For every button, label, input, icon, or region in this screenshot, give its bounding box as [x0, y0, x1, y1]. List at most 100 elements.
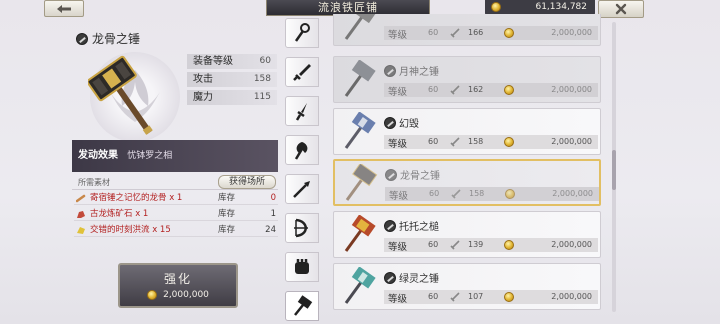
material-stock-count: 1 [270, 209, 276, 219]
material-name: 古龙炼矿石 x 1 [90, 209, 149, 219]
ore-material-icon [77, 211, 85, 218]
effect-label: 发动效果 [78, 150, 118, 161]
weapon-thumbnail [344, 14, 376, 40]
coin-icon [491, 2, 501, 12]
weapon-category-tabs [283, 14, 321, 324]
weapon-name-text: 绿灵之锤 [399, 274, 439, 285]
attack-value: 158 [469, 189, 485, 198]
coin-icon [504, 28, 514, 38]
spear-icon [293, 181, 310, 198]
staff-icon [294, 23, 310, 42]
attack-icon [450, 292, 460, 302]
material-row[interactable]: 古龙炼矿石 x 1 库存 1 [74, 208, 278, 221]
weapon-name-text: 托托之槌 [399, 222, 439, 233]
weapon-list[interactable]: 等级 60 166 2,000,000 月神之锤 等级 60 162 2,000… [323, 14, 611, 324]
weapon-name: 幻毁 [384, 115, 419, 130]
material-row[interactable]: 交错的时刻洪流 x 15 库存 24 [74, 224, 278, 237]
weapon-stats: 等级 60 166 2,000,000 [384, 26, 598, 41]
attack-value: 139 [468, 240, 484, 249]
level-label: 等级 [388, 139, 408, 150]
tab-fist[interactable] [285, 252, 319, 282]
enhance-cost-value: 2,000,000 [163, 290, 209, 300]
tab-hammer[interactable] [285, 291, 319, 321]
stat-label: 魔力 [193, 92, 213, 103]
price-value: 2,000,000 [551, 85, 592, 94]
selected-item-title: 龙骨之锤 [76, 30, 140, 47]
price-value: 2,000,000 [551, 28, 592, 37]
effect-value: 忧钵罗之相 [127, 151, 173, 161]
attack-icon [450, 137, 460, 147]
weapon-card[interactable]: 月神之锤 等级 60 162 2,000,000 [333, 56, 601, 103]
weapon-name: 绿灵之锤 [384, 270, 439, 285]
weapon-stats: 等级 60 158 2,000,000 [385, 187, 599, 202]
coin-icon [505, 189, 515, 199]
level-value: 60 [428, 292, 439, 301]
fist-icon [295, 259, 309, 274]
weapon-card-selected[interactable]: 龙骨之锤 等级 60 158 2,000,000 [333, 159, 601, 206]
enhance-button[interactable]: 强化 2,000,000 [118, 263, 238, 308]
attack-value: 162 [468, 85, 484, 94]
tab-staff[interactable] [285, 18, 319, 48]
weapon-card[interactable]: 等级 60 166 2,000,000 [333, 14, 601, 46]
coin-icon [504, 137, 514, 147]
gold-amount: 61,134,782 [535, 2, 587, 12]
stat-attack: 攻击 158 [187, 72, 277, 87]
hammer-icon [294, 295, 313, 316]
hammer-type-icon [384, 271, 396, 284]
tab-dagger[interactable] [285, 96, 319, 126]
hammer-type-icon [385, 168, 397, 181]
coin-icon [147, 290, 158, 300]
hammer-type-icon [384, 219, 396, 232]
weapon-name-text: 幻毁 [399, 119, 419, 130]
arrow-left-icon [57, 4, 71, 13]
list-scrollbar-thumb[interactable] [612, 150, 616, 190]
attack-value: 158 [468, 137, 484, 146]
attack-value: 107 [468, 292, 484, 301]
weapon-name: 月神之锤 [384, 63, 439, 78]
stat-equip-level: 装备等级 60 [187, 54, 277, 69]
weapon-thumbnail [345, 164, 378, 201]
selected-item-name: 龙骨之锤 [92, 32, 141, 46]
weapon-name: 托托之槌 [384, 218, 439, 233]
attack-icon [450, 240, 460, 250]
tab-axe[interactable] [285, 135, 319, 165]
attack-icon [450, 85, 460, 95]
weapon-thumbnail [344, 112, 376, 149]
material-name: 寄宿锤之记忆的龙骨 x 1 [90, 193, 183, 203]
level-label: 等级 [388, 294, 408, 305]
price-value: 2,000,000 [551, 137, 592, 146]
price-value: 2,000,000 [551, 240, 592, 249]
material-stock-count: 24 [265, 225, 276, 235]
level-label: 等级 [388, 242, 408, 253]
tab-sword[interactable] [285, 57, 319, 87]
level-label: 等级 [388, 30, 408, 41]
back-button[interactable] [44, 0, 84, 17]
crystal-material-icon [77, 227, 85, 234]
enhance-label: 强化 [163, 272, 192, 286]
dagger-icon [295, 103, 307, 121]
stat-value: 60 [259, 56, 271, 66]
material-stock-label: 库存 [218, 209, 236, 219]
weapon-card[interactable]: 幻毁 等级 60 158 2,000,000 [333, 108, 601, 155]
weapon-card[interactable]: 托托之槌 等级 60 139 2,000,000 [333, 211, 601, 258]
material-row[interactable]: 寄宿锤之记忆的龙骨 x 1 库存 0 [74, 192, 278, 205]
weapon-card[interactable]: 绿灵之锤 等级 60 107 2,000,000 [333, 263, 601, 310]
weapon-thumbnail [344, 267, 376, 304]
tab-spear[interactable] [285, 174, 319, 204]
material-stock-label: 库存 [218, 193, 236, 203]
stat-value: 115 [253, 92, 271, 102]
trigger-effect-bar: 发动效果 忧钵罗之相 [72, 140, 278, 172]
coin-icon [504, 240, 514, 250]
level-value: 60 [428, 28, 439, 37]
level-value: 60 [428, 85, 439, 94]
level-value: 60 [428, 137, 439, 146]
obtain-location-button[interactable]: 获得场所 [218, 175, 276, 189]
level-value: 60 [429, 189, 440, 198]
hammer-type-icon [384, 64, 396, 77]
attack-icon [451, 189, 461, 199]
material-stock-label: 库存 [218, 225, 236, 235]
sword-icon [293, 64, 311, 81]
weapon-name-text: 龙骨之锤 [400, 171, 440, 182]
material-stock-count: 0 [270, 193, 276, 203]
tab-bow[interactable] [285, 213, 319, 243]
